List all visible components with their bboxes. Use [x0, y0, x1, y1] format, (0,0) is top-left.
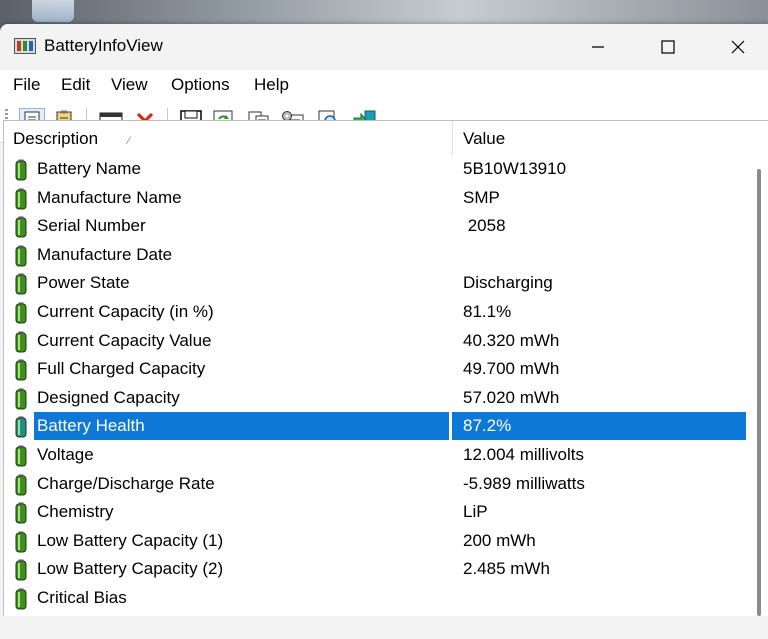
row-value: 49.700 mWh: [463, 359, 560, 379]
row-description: Chemistry: [37, 502, 114, 522]
row-value: 57.020 mWh: [463, 387, 560, 407]
close-button[interactable]: [703, 24, 768, 70]
row-description: Manufacture Name: [37, 187, 182, 207]
list-item[interactable]: Chemistry LiP: [4, 498, 749, 527]
row-value: -5.989 milliwatts: [463, 473, 585, 493]
battery-icon: [15, 302, 27, 324]
row-description: Power State: [37, 273, 130, 293]
list-item[interactable]: Battery Health 87.2%: [4, 412, 749, 441]
row-description: Low Battery Capacity (1): [37, 530, 224, 550]
row-value: 81.1%: [463, 302, 512, 321]
row-value: 40.320 mWh: [463, 330, 560, 350]
battery-icon: [15, 331, 27, 353]
app-icon: [14, 38, 36, 54]
row-value: 12.004 millivolts: [463, 445, 584, 464]
row-value: 200 mWh: [463, 530, 536, 550]
row-description: Full Charged Capacity: [37, 359, 206, 379]
recycle-bin-icon[interactable]: [32, 0, 74, 22]
battery-icon: [15, 159, 27, 181]
battery-icon: [15, 188, 27, 210]
row-description: Low Battery Capacity (2): [37, 559, 224, 579]
row-description: Designed Capacity: [37, 387, 180, 407]
battery-icon: [15, 245, 27, 267]
row-description: Battery Name: [37, 159, 141, 178]
list-item[interactable]: Full Charged Capacity 49.700 mWh: [4, 355, 749, 384]
maximize-icon: [661, 40, 675, 54]
minimize-button[interactable]: [563, 24, 633, 70]
list-item[interactable]: Power State Discharging: [4, 269, 749, 298]
battery-icon: [15, 474, 27, 496]
list-item[interactable]: Battery Name 5B10W13910: [4, 155, 749, 184]
row-value: [452, 241, 746, 269]
row-description: Charge/Discharge Rate: [37, 473, 215, 493]
row-description: Voltage: [37, 445, 94, 464]
list-item[interactable]: Current Capacity Value 40.320 mWh: [4, 327, 749, 356]
list-item[interactable]: Low Battery Capacity (1) 200 mWh: [4, 527, 749, 556]
battery-icon: [15, 388, 27, 410]
battery-info-list[interactable]: Description ∕ Value Battery Name 5B10W139…: [3, 120, 749, 616]
row-description: Current Capacity (in %): [37, 302, 214, 321]
vertical-scrollbar[interactable]: [748, 120, 768, 616]
row-value: Discharging: [463, 273, 553, 293]
title-bar[interactable]: BatteryInfoView: [0, 24, 768, 70]
list-header: Description ∕ Value: [4, 121, 749, 155]
menu-help[interactable]: Help: [253, 75, 290, 95]
menu-file[interactable]: File: [12, 75, 41, 95]
battery-icon: [15, 359, 27, 381]
list-item[interactable]: Voltage 12.004 millivolts: [4, 441, 749, 470]
battery-icon: [15, 559, 27, 581]
battery-icon: [15, 216, 27, 238]
maximize-button[interactable]: [633, 24, 703, 70]
row-value: 5B10W13910: [463, 159, 567, 178]
column-divider[interactable]: [452, 121, 453, 155]
row-value: LiP: [463, 502, 488, 522]
column-header-value[interactable]: Value: [463, 129, 505, 149]
row-description: Current Capacity Value: [37, 330, 212, 350]
window-title: BatteryInfoView: [44, 36, 163, 55]
menu-edit[interactable]: Edit: [60, 75, 91, 95]
list-item[interactable]: Serial Number 2058: [4, 212, 749, 241]
menu-options[interactable]: Options: [170, 75, 231, 95]
battery-icon: [15, 445, 27, 467]
row-description: Battery Health: [34, 412, 449, 441]
battery-icon: [15, 588, 27, 610]
row-value: [452, 584, 746, 612]
row-value: 2.485 mWh: [463, 559, 550, 579]
battery-icon: [15, 273, 27, 295]
row-description: Critical Bias: [37, 588, 127, 607]
row-value: 87.2%: [452, 412, 746, 441]
list-item[interactable]: Critical Bias: [4, 584, 749, 613]
row-description: Manufacture Date: [37, 244, 173, 264]
list-item[interactable]: Current Capacity (in %) 81.1%: [4, 298, 749, 327]
battery-icon: [15, 531, 27, 553]
list-item[interactable]: Designed Capacity 57.020 mWh: [4, 384, 749, 413]
scrollbar-thumb[interactable]: [757, 169, 761, 616]
app-window: BatteryInfoView File Edit View Options H…: [0, 24, 768, 639]
row-value: 2058: [463, 216, 506, 236]
list-item[interactable]: Manufacture Name SMP: [4, 184, 749, 213]
row-value: SMP: [463, 187, 500, 207]
sort-indicator-icon: ∕: [128, 135, 130, 147]
column-header-description[interactable]: Description: [13, 129, 98, 149]
battery-icon: [15, 502, 27, 524]
menu-view[interactable]: View: [110, 75, 149, 95]
minimize-icon: [592, 46, 604, 48]
battery-icon: [15, 416, 27, 438]
close-icon: [731, 40, 745, 54]
row-description: Serial Number: [37, 216, 146, 236]
list-item[interactable]: Manufacture Date: [4, 241, 749, 270]
menu-bar: File Edit View Options Help: [0, 70, 768, 100]
list-item[interactable]: Low Battery Capacity (2) 2.485 mWh: [4, 555, 749, 584]
list-item[interactable]: Charge/Discharge Rate -5.989 milliwatts: [4, 470, 749, 499]
